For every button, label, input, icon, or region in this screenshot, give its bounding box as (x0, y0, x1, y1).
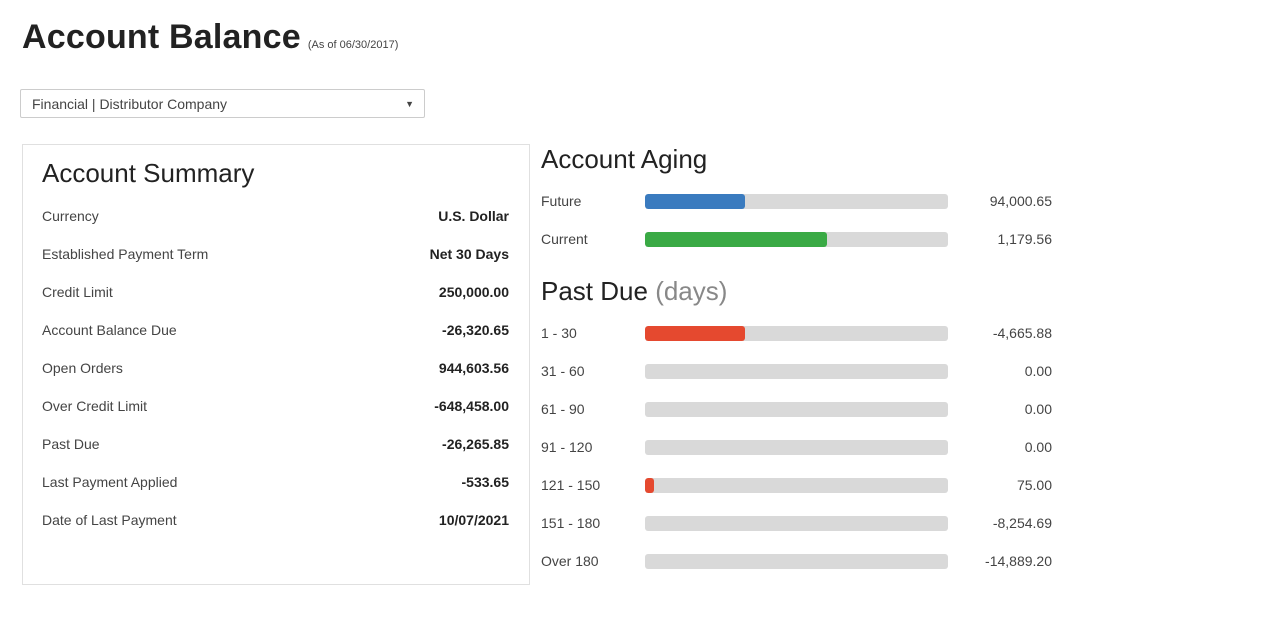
past-due-title-suffix: (days) (655, 276, 728, 306)
bar-track (645, 231, 948, 247)
summary-row: Open Orders 944,603.56 (42, 349, 509, 387)
bar-label: 91 - 120 (541, 439, 593, 455)
account-summary-list: Currency U.S. Dollar Established Payment T… (42, 197, 509, 539)
page-header: Account Balance (As of 06/30/2017) (22, 18, 398, 57)
summary-row-value: U.S. Dollar (438, 208, 509, 224)
bar-track (645, 401, 948, 417)
bar-track (645, 325, 948, 341)
summary-row-value: -26,265.85 (442, 436, 509, 452)
bar-label: Current (541, 231, 588, 247)
past-due-row: Over 180 -14,889.20 (541, 551, 1053, 571)
bar-fill (645, 193, 745, 209)
past-due-row: 31 - 60 0.00 (541, 361, 1053, 381)
summary-row-value: 10/07/2021 (438, 512, 509, 528)
bar-fill (645, 325, 745, 341)
company-select-value: Financial | Distributor Company (32, 95, 228, 112)
bar-fill (645, 231, 827, 247)
summary-row-value: 944,603.56 (438, 360, 509, 376)
summary-row-label: Currency (42, 208, 99, 224)
past-due-title: Past Due (days) (541, 276, 727, 307)
bar-label: Over 180 (541, 553, 599, 569)
summary-row-label: Past Due (42, 436, 100, 452)
summary-row: Date of Last Payment 10/07/2021 (42, 501, 509, 539)
bar-fill (645, 477, 655, 493)
summary-row-value: Net 30 Days (429, 246, 509, 262)
as-of-date: (As of 06/30/2017) (307, 39, 399, 51)
bar-value: 75.00 (1016, 477, 1052, 493)
summary-row: Over Credit Limit -648,458.00 (42, 387, 509, 425)
bar-track (645, 477, 948, 493)
account-summary-title: Account Summary (42, 158, 255, 188)
bar-label: 31 - 60 (541, 363, 585, 379)
summary-row-label: Last Payment Applied (42, 474, 178, 490)
bar-track (645, 363, 948, 379)
summary-row-value: 250,000.00 (438, 284, 509, 300)
account-aging-title: Account Aging (541, 144, 708, 174)
bar-track (645, 515, 948, 531)
bar-label: Future (541, 193, 582, 209)
past-due-row: 61 - 90 0.00 (541, 399, 1053, 419)
past-due-row: 121 - 150 75.00 (541, 475, 1053, 495)
summary-row-value: -533.65 (461, 474, 509, 490)
summary-row-label: Credit Limit (42, 284, 113, 300)
bar-label: 61 - 90 (541, 401, 585, 417)
bar-value: 0.00 (1024, 363, 1052, 379)
summary-row-label: Date of Last Payment (42, 512, 177, 528)
summary-row: Account Balance Due -26,320.65 (42, 311, 509, 349)
bar-label: 1 - 30 (541, 325, 577, 341)
chevron-down-icon: ▼ (405, 98, 414, 109)
summary-row-label: Account Balance Due (42, 322, 177, 338)
summary-row: Credit Limit 250,000.00 (42, 273, 509, 311)
past-due-row: 1 - 30 -4,665.88 (541, 323, 1053, 343)
bar-track (645, 553, 948, 569)
bar-value: 0.00 (1024, 439, 1052, 455)
summary-row-value: -26,320.65 (442, 322, 509, 338)
company-select[interactable]: Financial | Distributor Company ▼ (20, 89, 425, 118)
bar-label: 151 - 180 (541, 515, 601, 531)
bar-value: -14,889.20 (985, 553, 1052, 569)
bar-value: 94,000.65 (989, 193, 1052, 209)
aging-row: Current 1,179.56 (541, 229, 1053, 249)
bar-value: -8,254.69 (992, 515, 1052, 531)
summary-row-label: Open Orders (42, 360, 123, 376)
past-due-row: 91 - 120 0.00 (541, 437, 1053, 457)
bar-value: -4,665.88 (992, 325, 1052, 341)
bar-track (645, 439, 948, 455)
summary-row-value: -648,458.00 (434, 398, 509, 414)
summary-row-label: Established Payment Term (42, 246, 209, 262)
past-due-title-text: Past Due (541, 276, 648, 306)
past-due-row: 151 - 180 -8,254.69 (541, 513, 1053, 533)
summary-row: Last Payment Applied -533.65 (42, 463, 509, 501)
page-title: Account Balance (22, 18, 301, 56)
summary-row: Established Payment Term Net 30 Days (42, 235, 509, 273)
bar-track (645, 193, 948, 209)
bar-value: 1,179.56 (997, 231, 1053, 247)
bar-value: 0.00 (1024, 401, 1052, 417)
aging-row: Future 94,000.65 (541, 191, 1053, 211)
summary-row: Past Due -26,265.85 (42, 425, 509, 463)
summary-row: Currency U.S. Dollar (42, 197, 509, 235)
bar-label: 121 - 150 (541, 477, 601, 493)
account-summary-card: Account Summary Currency U.S. Dollar Estab… (22, 144, 530, 585)
summary-row-label: Over Credit Limit (42, 398, 148, 414)
